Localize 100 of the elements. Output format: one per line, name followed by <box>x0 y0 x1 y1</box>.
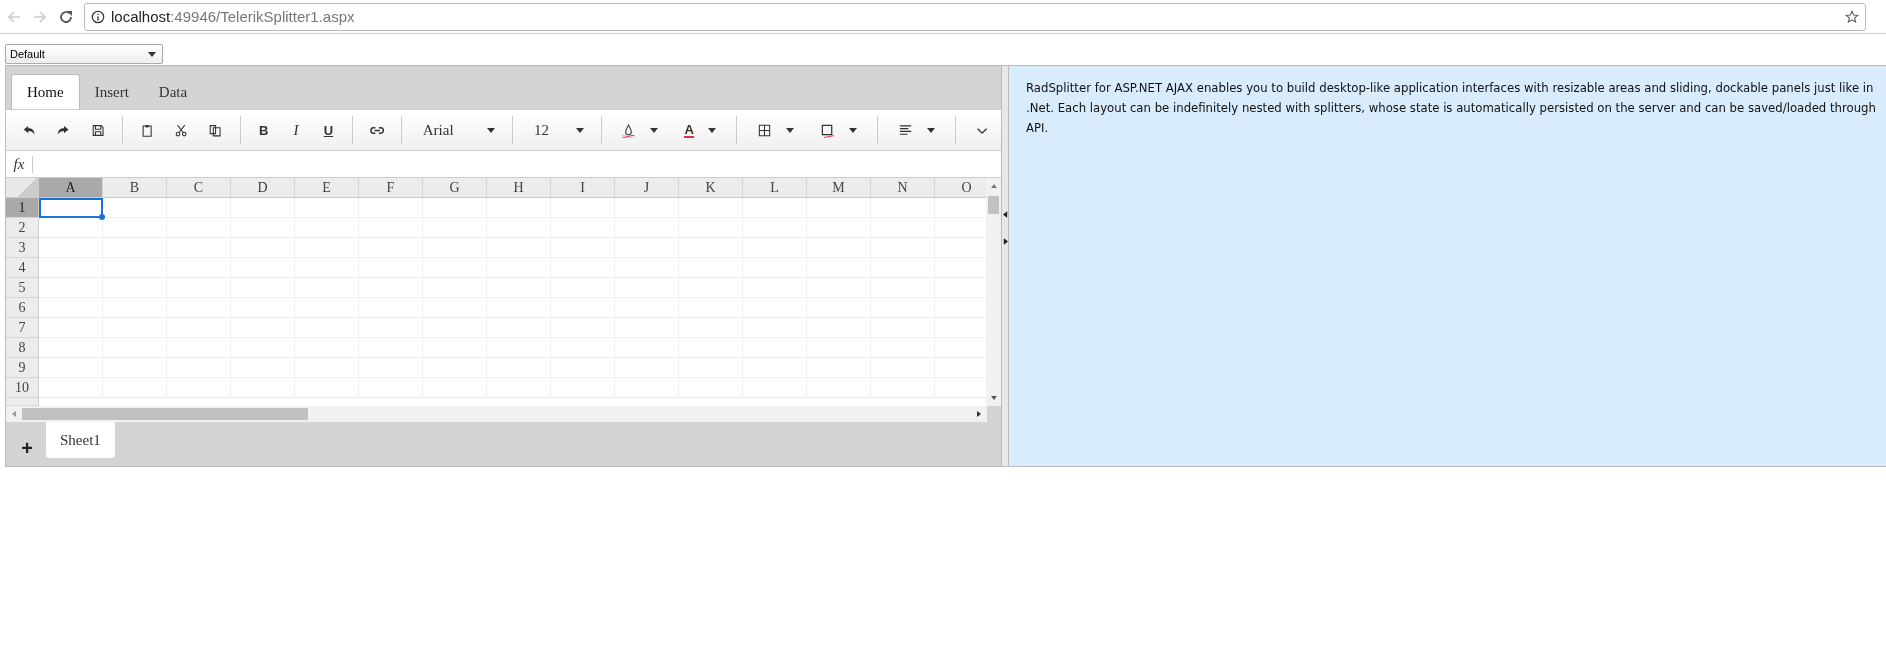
column-header[interactable]: B <box>103 178 167 198</box>
forward-icon[interactable] <box>32 8 48 25</box>
grid-cell[interactable] <box>359 198 423 218</box>
column-header[interactable]: K <box>679 178 743 198</box>
ribbon-tab[interactable]: Home <box>11 74 80 109</box>
column-header[interactable]: A <box>39 178 103 198</box>
column-header[interactable]: D <box>231 178 295 198</box>
column-header[interactable]: I <box>551 178 615 198</box>
reload-icon[interactable] <box>58 8 74 25</box>
save-icon[interactable] <box>90 122 105 138</box>
url-path: :49946/TelerikSplitter1.aspx <box>170 8 355 25</box>
column-header[interactable]: H <box>487 178 551 198</box>
caret-icon <box>785 127 794 133</box>
text-color-button[interactable]: A <box>671 122 729 138</box>
cut-icon[interactable] <box>174 122 189 138</box>
row-header[interactable]: 6 <box>6 298 39 318</box>
column-header[interactable]: O <box>935 178 986 198</box>
grid-cell[interactable] <box>39 238 103 258</box>
caret-icon <box>148 51 156 57</box>
grid-cell[interactable] <box>871 198 935 218</box>
fill-handle[interactable] <box>99 214 105 220</box>
formula-label: fx <box>6 155 33 173</box>
column-header[interactable]: N <box>871 178 935 198</box>
grid-cell[interactable] <box>295 198 359 218</box>
sheet-tab[interactable]: Sheet1 <box>46 422 115 458</box>
select-all-corner[interactable] <box>6 178 39 198</box>
ribbon-tab[interactable]: Data <box>143 75 203 109</box>
star-icon[interactable] <box>1845 9 1859 24</box>
caret-icon <box>848 127 857 133</box>
url-host: localhost <box>111 8 171 25</box>
caret-icon <box>707 127 716 133</box>
scrollbar-thumb[interactable] <box>988 196 999 214</box>
column-header[interactable]: M <box>807 178 871 198</box>
font-dropdown[interactable]: Arial <box>408 121 506 139</box>
caret-icon <box>575 127 584 133</box>
grid-cell[interactable] <box>551 198 615 218</box>
horizontal-scrollbar[interactable] <box>6 406 987 422</box>
row-header[interactable]: 2 <box>6 218 39 238</box>
font-size-dropdown[interactable]: 12 <box>520 121 594 139</box>
grid-cell[interactable] <box>679 198 743 218</box>
scroll-down-icon[interactable] <box>989 394 998 402</box>
caret-icon <box>650 127 659 133</box>
description-text-line: API. <box>1026 120 1049 137</box>
grid-cell[interactable] <box>615 198 679 218</box>
description-text-line: .Net. Each layout can be indefinitely nested with splitters, whose state is automatically persisted on the server and can be saved/loaded through <box>1026 100 1876 117</box>
back-icon[interactable] <box>6 8 22 25</box>
row-header[interactable]: 8 <box>6 338 39 358</box>
grid-icon <box>756 122 772 138</box>
row-header[interactable]: 7 <box>6 318 39 338</box>
grid-cell[interactable] <box>743 198 807 218</box>
grid-cell[interactable] <box>167 198 231 218</box>
grid-cell[interactable] <box>423 198 487 218</box>
caret-icon <box>487 127 496 133</box>
grid-cell[interactable] <box>39 218 103 238</box>
grid-cell[interactable] <box>231 198 295 218</box>
grid-cell[interactable] <box>39 378 103 398</box>
grid-cell[interactable] <box>39 358 103 378</box>
grid-cell[interactable] <box>39 278 103 298</box>
paint-drop-icon <box>621 122 637 138</box>
scroll-right-icon[interactable] <box>975 410 983 418</box>
grid-cell[interactable] <box>807 198 871 218</box>
row-header[interactable]: 10 <box>6 378 39 398</box>
vertical-scrollbar[interactable] <box>986 178 1001 406</box>
square-icon <box>819 122 835 138</box>
align-left-icon <box>897 122 913 138</box>
column-header[interactable]: G <box>423 178 487 198</box>
underline-button[interactable]: U <box>312 122 345 138</box>
address-bar[interactable]: localhost:49946/TelerikSplitter1.aspx <box>84 2 1866 31</box>
add-sheet-button[interactable]: + <box>12 430 42 466</box>
grid-cell[interactable] <box>39 318 103 338</box>
grid-cell[interactable] <box>103 198 167 218</box>
active-cell[interactable] <box>39 198 103 218</box>
grid-cell[interactable] <box>39 298 103 318</box>
row-header[interactable]: 9 <box>6 358 39 378</box>
column-header[interactable]: J <box>615 178 679 198</box>
row-header[interactable]: 3 <box>6 238 39 258</box>
description-text-line: RadSplitter for ASP.NET AJAX enables you to build desktop-like application interfaces with resizable areas and sliding, dockable panels just like in <box>1026 80 1874 97</box>
scroll-left-icon[interactable] <box>10 410 18 418</box>
column-header[interactable]: L <box>743 178 807 198</box>
row-header[interactable]: 5 <box>6 278 39 298</box>
column-header[interactable]: F <box>359 178 423 198</box>
column-header[interactable]: E <box>295 178 359 198</box>
copy-icon[interactable] <box>208 122 223 138</box>
row-header[interactable]: 1 <box>6 198 39 218</box>
grid-cell[interactable] <box>39 258 103 278</box>
italic-button[interactable]: I <box>279 121 313 139</box>
scroll-up-icon[interactable] <box>989 182 998 190</box>
row-header[interactable]: 4 <box>6 258 39 278</box>
grid-cell[interactable] <box>39 338 103 358</box>
grid-cell[interactable] <box>487 198 551 218</box>
info-icon <box>91 9 105 24</box>
row-header[interactable] <box>6 398 39 406</box>
ribbon-tab[interactable]: Insert <box>79 75 144 109</box>
bold-button[interactable]: B <box>247 122 280 138</box>
scrollbar-thumb[interactable] <box>22 408 308 420</box>
skin-dropdown[interactable]: Default <box>5 44 163 64</box>
paste-icon[interactable] <box>139 122 154 138</box>
caret-icon <box>926 127 935 133</box>
column-header[interactable]: C <box>167 178 231 198</box>
grid-cell[interactable] <box>103 218 167 238</box>
